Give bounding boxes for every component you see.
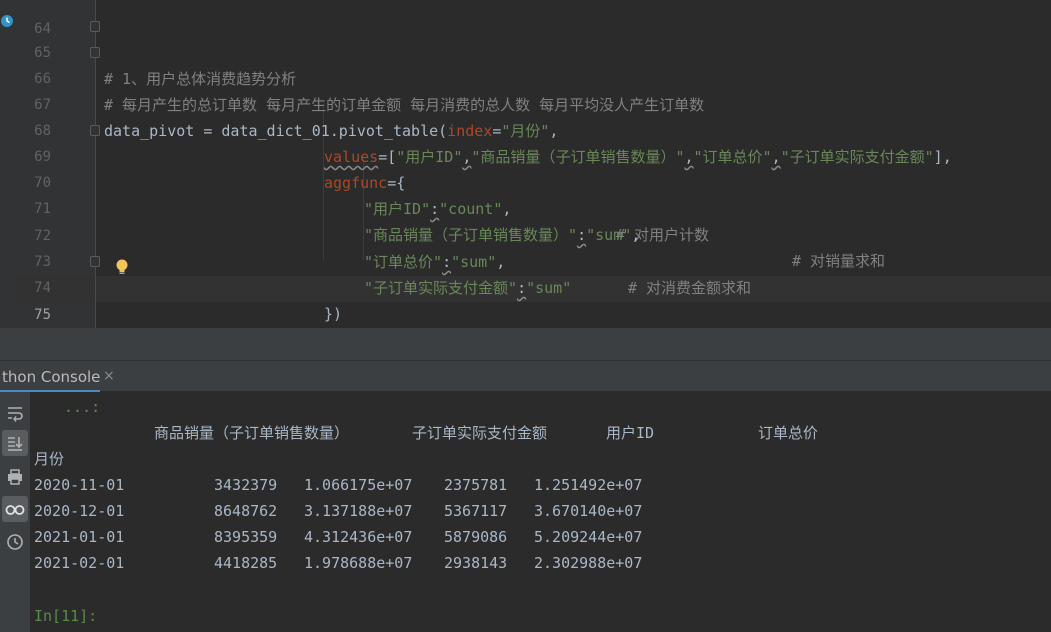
column-header: 订单总价 — [758, 424, 819, 442]
table-row: 2020-12-01 8648762 3.137188e+07 5367117 3.67… — [34, 502, 643, 520]
code-editor[interactable]: 64 65 # 1、用户总体消费趋势分析 66 # 每月产生的总订单数 每月产生… — [0, 0, 1051, 328]
code-line: 72 "订单总价":"sum", # 对消费金额求和 — [0, 197, 1051, 297]
fold-marker-icon[interactable] — [90, 47, 100, 58]
code-line: 74 }) — [0, 249, 1051, 323]
soft-wrap-icon — [8, 407, 23, 422]
code-line: 66 # 每月产生的总订单数 每月产生的订单金额 每月消费的总人数 每月平均没人… — [0, 40, 1051, 114]
column-header: 用户ID — [606, 424, 655, 442]
column-header: 商品销量（子订单销售数量） — [154, 424, 350, 442]
scroll-to-end-button[interactable] — [2, 430, 28, 456]
code-line: 68 values=["用户ID","商品销量（子订单销售数量）","订单总价"… — [0, 92, 1051, 166]
fold-marker-icon[interactable] — [90, 256, 100, 267]
console-header: thon Console × — [0, 360, 1051, 393]
table-row: 2020-11-01 3432379 1.066175e+07 2375781 1.25… — [34, 476, 643, 494]
column-header: 子订单实际支付金额 — [412, 424, 548, 442]
code-line: 71 "商品销量（子订单销售数量）":"sum", # 对销量求和 — [0, 170, 1051, 270]
history-button[interactable] — [2, 529, 28, 555]
close-icon[interactable]: × — [103, 369, 117, 383]
panel-splitter[interactable] — [0, 328, 1051, 360]
code-line: 69 aggfunc={ — [0, 118, 1051, 192]
clock-icon — [7, 534, 23, 550]
print-icon — [8, 469, 22, 485]
continuation-prompt: ...: — [64, 398, 101, 416]
table-row: 2021-01-01 8395359 4.312436e+07 5879086 5.20… — [34, 528, 643, 546]
index-name: 月份 — [34, 450, 65, 468]
code-line: 70 "用户ID":"count", # 对用户计数 — [0, 144, 1051, 244]
glasses-icon — [5, 505, 25, 515]
code-line: 73 "子订单实际支付金额":"sum" — [0, 223, 1051, 297]
tab-python-console[interactable]: thon Console — [0, 361, 101, 393]
code-line: 67 data_pivot = data_dict_01.pivot_table… — [0, 66, 1051, 140]
fold-marker-icon[interactable] — [90, 125, 100, 136]
print-button[interactable] — [2, 464, 28, 490]
python-console[interactable]: ...: 商品销量（子订单销售数量） 子订单实际支付金额 用户ID 订单总价 月… — [0, 392, 1051, 632]
input-prompt[interactable]: In[11]: — [34, 603, 97, 629]
fold-marker-icon[interactable] — [90, 21, 100, 32]
code-line: 65 # 1、用户总体消费趋势分析 — [0, 14, 1051, 88]
code-line: 75 print(data_pivot) — [0, 276, 1051, 323]
code-line: 76 — [0, 303, 1051, 328]
scroll-to-end-icon — [8, 437, 23, 451]
console-tab-label: thon Console — [2, 368, 101, 386]
show-variables-button[interactable] — [2, 496, 28, 522]
table-row: 2021-02-01 4418285 1.978688e+07 2938143 2.30… — [34, 554, 643, 572]
lightbulb-icon[interactable] — [114, 258, 130, 276]
console-toolbar — [0, 392, 30, 632]
soft-wrap-button[interactable] — [2, 400, 28, 426]
